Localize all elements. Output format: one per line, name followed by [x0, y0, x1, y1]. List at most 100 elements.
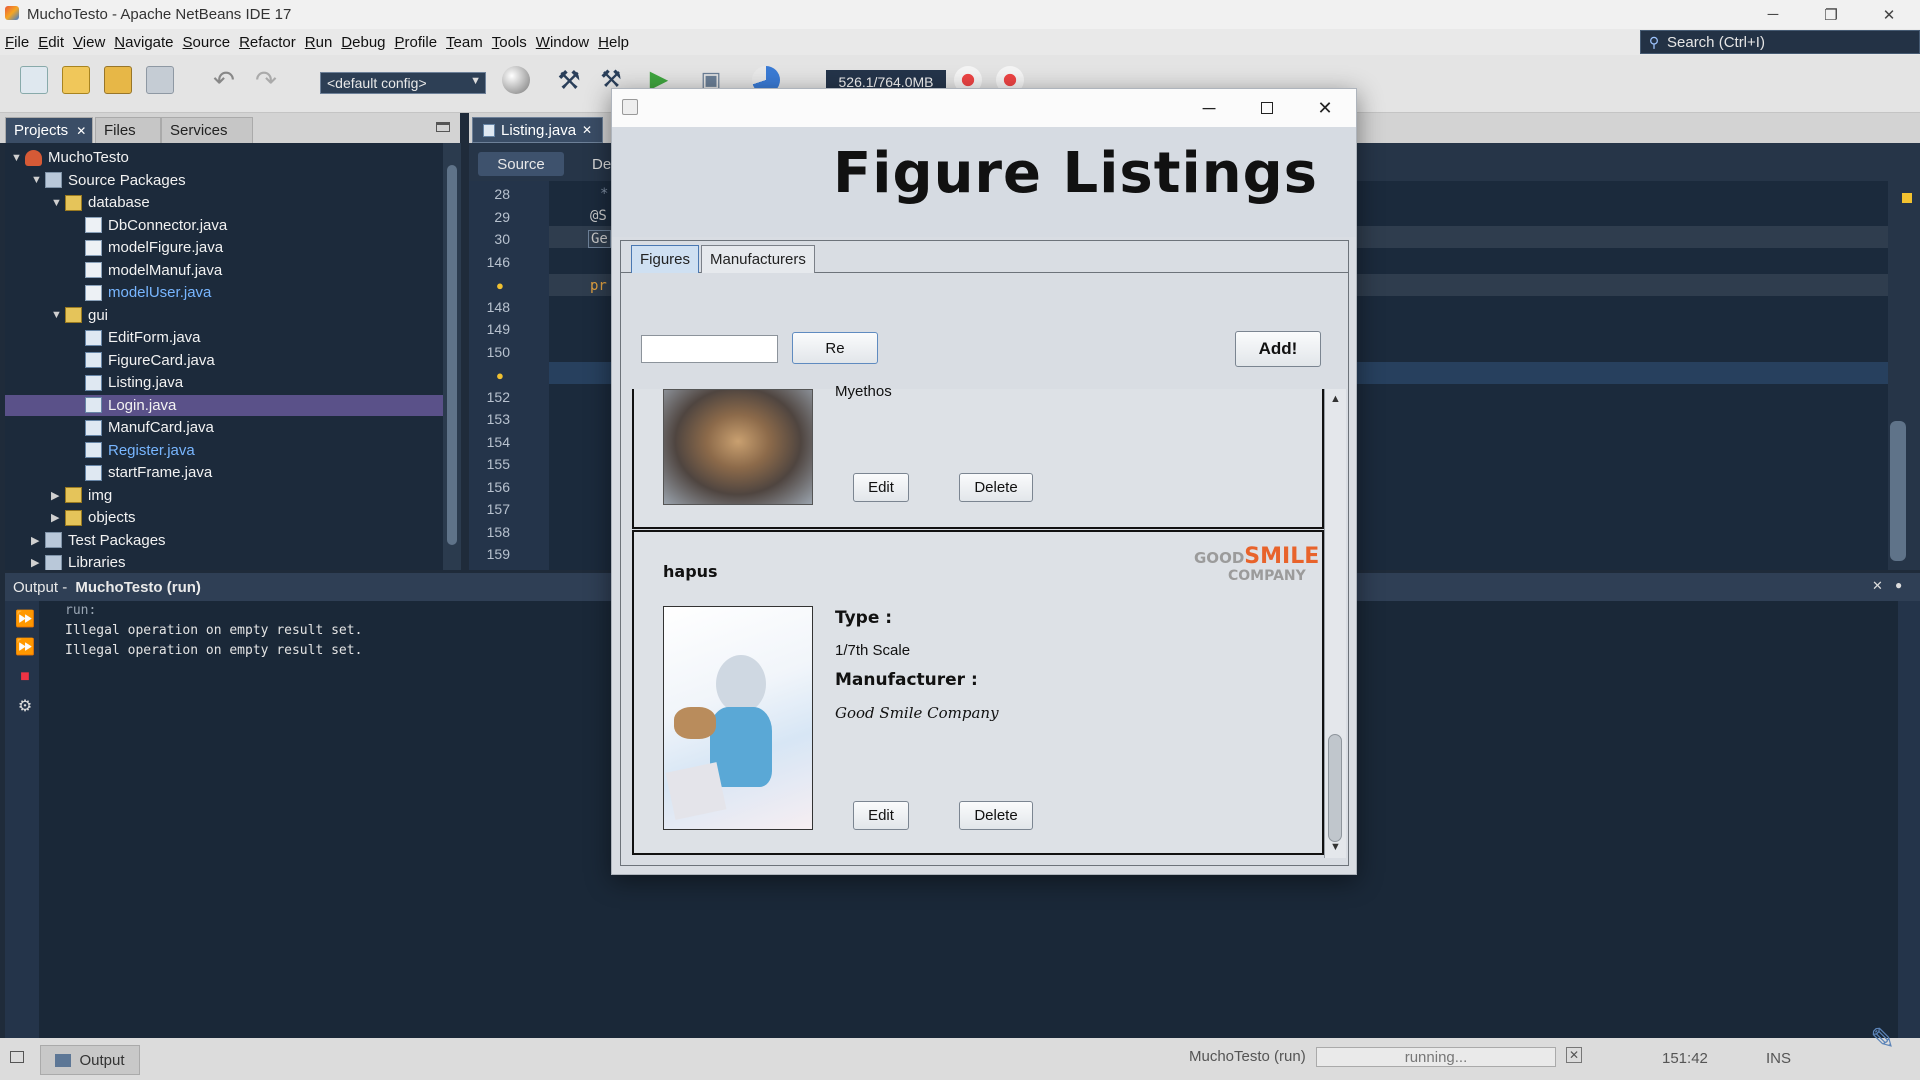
chevron-down-icon[interactable]: ▼	[31, 174, 45, 186]
tree-node[interactable]: Login.java	[5, 394, 443, 416]
design-view-button[interactable]: De	[592, 156, 611, 173]
hint-bulb-icon[interactable]: ●	[496, 368, 504, 383]
menu-team[interactable]: Team	[446, 34, 483, 51]
new-file-icon[interactable]	[20, 66, 48, 94]
chevron-right-icon[interactable]: ▶	[51, 511, 65, 524]
delete-button[interactable]: Delete	[959, 473, 1033, 502]
undo-icon[interactable]: ↶	[210, 66, 238, 94]
dialog-close-button[interactable]: ✕	[1296, 89, 1354, 127]
tree-node[interactable]: ▶ objects	[5, 507, 443, 528]
menu-window[interactable]: Window	[536, 34, 589, 51]
tab-listing-java[interactable]: Listing.java ✕	[472, 117, 604, 143]
scroll-down-icon[interactable]: ▼	[1330, 841, 1341, 853]
figure-search-input[interactable]	[641, 335, 778, 363]
tab-projects[interactable]: Projects ✕	[5, 117, 93, 143]
source-view-button[interactable]: Source	[478, 152, 564, 176]
tree-node[interactable]: ▼ gui	[5, 305, 443, 326]
tree-node[interactable]: modelManuf.java	[5, 260, 443, 281]
scroll-thumb[interactable]	[1890, 421, 1906, 561]
close-button[interactable]: ✕	[1860, 0, 1918, 29]
save-all-icon[interactable]	[146, 66, 174, 94]
close-tab-icon[interactable]: ✕	[582, 123, 592, 137]
hint-bulb-icon[interactable]: ●	[496, 278, 504, 293]
tree-node[interactable]: ▼ database	[5, 192, 443, 213]
tree-node[interactable]: DbConnector.java	[5, 215, 443, 236]
settings-icon[interactable]: ⚙	[15, 696, 35, 716]
menu-refactor[interactable]: Refactor	[239, 34, 296, 51]
edit-button[interactable]: Edit	[853, 801, 909, 830]
listings-tabstrip: Figures Manufacturers	[621, 241, 1348, 273]
build-hammer-icon[interactable]: ⚒	[555, 66, 583, 94]
rerun-with-params-icon[interactable]: ⏩	[15, 637, 35, 657]
open-project-icon[interactable]	[104, 66, 132, 94]
chevron-down-icon[interactable]: ▼	[51, 197, 65, 209]
menu-source[interactable]: Source	[183, 34, 231, 51]
tree-node[interactable]: FigureCard.java	[5, 350, 443, 371]
tree-node[interactable]: startFrame.java	[5, 462, 443, 483]
tree-node-label: img	[88, 486, 113, 504]
menu-edit[interactable]: Edit	[38, 34, 64, 51]
chevron-down-icon[interactable]: ▼	[51, 309, 65, 321]
chevron-down-icon[interactable]: ▼	[11, 152, 25, 164]
warning-marker-icon[interactable]	[1902, 193, 1912, 203]
add-figure-button[interactable]: Add!	[1235, 331, 1321, 367]
caret-position: 151:42	[1662, 1050, 1708, 1067]
tree-node[interactable]: ▶ Libraries	[5, 552, 443, 570]
menu-debug[interactable]: Debug	[341, 34, 385, 51]
tree-node[interactable]: Register.java	[5, 440, 443, 461]
stop-icon[interactable]: ■	[15, 667, 35, 687]
tree-node[interactable]: EditForm.java	[5, 327, 443, 348]
close-output-icon[interactable]: ✕	[1872, 578, 1883, 594]
tab-manufacturers[interactable]: Manufacturers	[701, 245, 815, 273]
tab-figures[interactable]: Figures	[631, 245, 700, 273]
tree-node[interactable]: ▶ img	[5, 485, 443, 506]
chevron-right-icon[interactable]: ▶	[51, 489, 65, 502]
restore-button[interactable]: ❐	[1802, 0, 1860, 29]
tab-files[interactable]: Files	[95, 117, 161, 143]
tree-node[interactable]: modelUser.java	[5, 282, 443, 303]
scroll-thumb[interactable]	[447, 165, 457, 545]
tree-node[interactable]: ▼ MuchoTesto	[5, 147, 443, 168]
project-tree-scrollbar[interactable]	[443, 143, 461, 570]
notifications-icon[interactable]: ✎	[1870, 1022, 1895, 1057]
redo-icon[interactable]: ↷	[252, 66, 280, 94]
chevron-right-icon[interactable]: ▶	[31, 534, 45, 547]
tab-services[interactable]: Services	[161, 117, 253, 143]
output-scrollbar[interactable]	[1898, 601, 1920, 1038]
chevron-right-icon[interactable]: ▶	[31, 556, 45, 569]
delete-button[interactable]: Delete	[959, 801, 1033, 830]
rerun-icon[interactable]: ⏩	[15, 609, 35, 629]
tree-node[interactable]: ▶ Test Packages	[5, 530, 443, 551]
tree-node[interactable]: ▼ Source Packages	[5, 170, 443, 191]
tree-node[interactable]: Listing.java	[5, 372, 443, 393]
ide-search-input[interactable]: ⚲ Search (Ctrl+I)	[1640, 30, 1920, 54]
menu-navigate[interactable]: Navigate	[114, 34, 173, 51]
menu-file[interactable]: File	[5, 34, 29, 51]
menu-tools[interactable]: Tools	[492, 34, 527, 51]
figure-list-scrollbar[interactable]: ▲ ▼	[1324, 389, 1346, 858]
tree-node[interactable]: ManufCard.java	[5, 417, 443, 438]
minimize-panel-icon[interactable]	[436, 122, 450, 132]
menu-view[interactable]: View	[73, 34, 105, 51]
refresh-button[interactable]: Re	[792, 332, 878, 364]
restore-window-group-icon[interactable]	[10, 1051, 24, 1063]
tree-node[interactable]: modelFigure.java	[5, 237, 443, 258]
output-options-icon[interactable]: ●	[1895, 578, 1902, 592]
browser-icon[interactable]	[502, 66, 530, 94]
scroll-up-icon[interactable]: ▲	[1330, 393, 1341, 405]
menu-help[interactable]: Help	[598, 34, 629, 51]
new-project-icon[interactable]	[62, 66, 90, 94]
minimize-button[interactable]: ─	[1744, 0, 1802, 29]
cancel-task-icon[interactable]: ✕	[1566, 1047, 1582, 1063]
menu-run[interactable]: Run	[305, 34, 333, 51]
scroll-thumb[interactable]	[1328, 734, 1342, 842]
code-folded-block[interactable]: Ge	[588, 230, 611, 248]
config-select[interactable]: <default config> ▼	[320, 72, 486, 94]
output-window-button[interactable]: Output	[40, 1045, 140, 1075]
dialog-maximize-button[interactable]	[1238, 89, 1296, 127]
menu-profile[interactable]: Profile	[395, 34, 438, 51]
dialog-minimize-button[interactable]: ─	[1180, 89, 1238, 127]
editor-scrollbar[interactable]	[1888, 181, 1920, 570]
close-tab-icon[interactable]: ✕	[76, 124, 86, 138]
edit-button[interactable]: Edit	[853, 473, 909, 502]
